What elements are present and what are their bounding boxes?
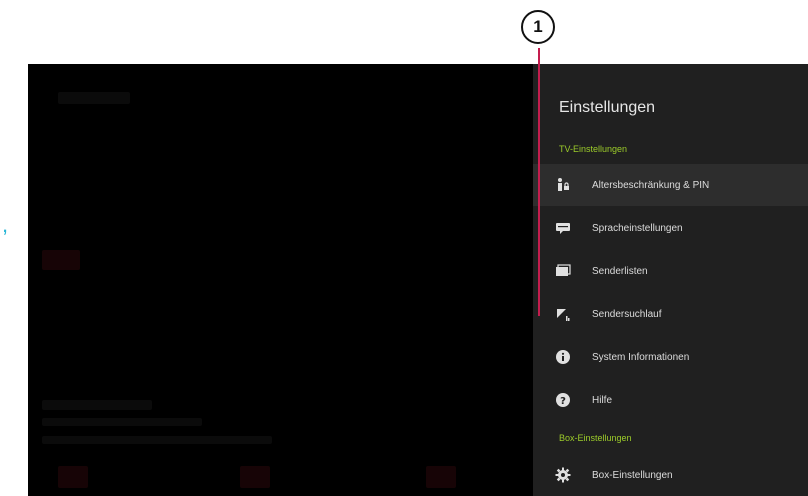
menu-item-help[interactable]: ? Hilfe xyxy=(533,379,808,421)
background-thumbnail-placeholder xyxy=(426,466,456,488)
channel-scan-icon xyxy=(555,306,571,322)
background-thumbnail-placeholder xyxy=(42,250,80,270)
panel-title: Einstellungen xyxy=(559,99,656,116)
gear-icon xyxy=(555,467,571,483)
menu-item-label: Senderlisten xyxy=(592,265,648,277)
language-icon xyxy=(555,220,571,236)
callout-number: 1 xyxy=(521,10,555,44)
callout-line xyxy=(538,48,540,316)
menu-item-label: Altersbeschränkung & PIN xyxy=(592,179,710,191)
menu-item-label: System Informationen xyxy=(592,351,690,363)
background-thumbnail-placeholder xyxy=(240,466,270,488)
menu-item-label: Sendersuchlauf xyxy=(592,308,662,320)
background-text-placeholder xyxy=(42,400,152,410)
background-text-placeholder xyxy=(42,436,272,444)
menu-item-box-settings[interactable]: Box-Einstellungen xyxy=(533,454,808,496)
svg-text:?: ? xyxy=(560,396,566,407)
background-text-placeholder xyxy=(42,418,202,426)
menu-item-label: Hilfe xyxy=(592,394,613,406)
background-title-placeholder xyxy=(58,92,130,104)
edge-mark: , xyxy=(2,212,9,237)
menu-item-parental-pin[interactable]: Altersbeschränkung & PIN xyxy=(533,164,808,206)
menu-item-channel-scan[interactable]: Sendersuchlauf xyxy=(533,293,808,335)
info-icon xyxy=(555,349,571,365)
section-label-tv: TV-Einstellungen xyxy=(559,144,628,154)
section-label-box: Box-Einstellungen xyxy=(559,433,632,443)
menu-item-system-info[interactable]: System Informationen xyxy=(533,336,808,378)
channel-list-icon xyxy=(555,263,571,279)
menu-item-language[interactable]: Spracheinstellungen xyxy=(533,207,808,249)
parental-lock-icon xyxy=(555,177,571,193)
menu-item-channel-lists[interactable]: Senderlisten xyxy=(533,250,808,292)
menu-item-label: Box-Einstellungen xyxy=(592,469,673,481)
settings-panel: Einstellungen TV-Einstellungen Altersbes… xyxy=(533,64,808,496)
background-thumbnail-placeholder xyxy=(58,466,88,488)
help-icon: ? xyxy=(555,392,571,408)
tv-screen: Einstellungen TV-Einstellungen Altersbes… xyxy=(28,64,808,496)
menu-item-label: Spracheinstellungen xyxy=(592,222,683,234)
